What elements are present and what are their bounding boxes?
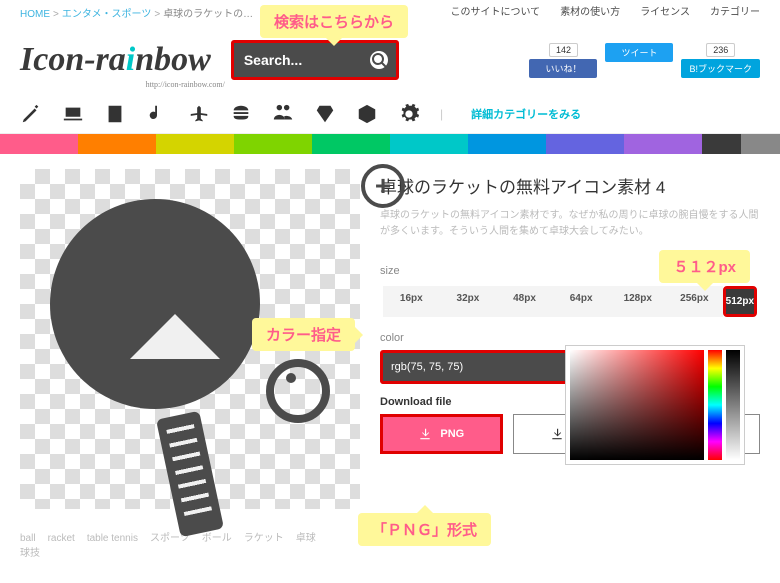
size-128[interactable]: 128px [609,286,666,317]
color-input[interactable] [380,350,578,384]
download-icon [418,427,432,441]
top-nav: このサイトについて 素材の使い方 ライセンス カテゴリー [430,3,760,18]
callout-color: カラー指定 [252,318,355,351]
bk-count: 236 [706,43,735,57]
color-strip [0,134,780,154]
airplane-icon[interactable] [188,103,210,125]
download-icon [550,427,564,441]
size-32[interactable]: 32px [440,286,497,317]
music-icon[interactable] [146,103,168,125]
nav-usage[interactable]: 素材の使い方 [560,7,620,18]
ball-icon [266,359,330,423]
bc-home[interactable]: HOME [20,9,50,20]
logo-url: http://icon-rainbow.com/ [146,80,225,89]
size-48[interactable]: 48px [496,286,553,317]
add-button[interactable]: + [361,164,405,208]
color-label: color [380,332,760,344]
category-detail-link[interactable]: 詳細カテゴリーをみる [471,106,581,122]
diamond-icon[interactable] [314,103,336,125]
icon-title: 卓球のラケットの無料アイコン素材 4 [380,173,760,198]
tag[interactable]: 球技 [20,548,40,559]
gear-icon[interactable] [398,103,420,125]
bookmark-button[interactable]: B!ブックマーク [681,59,760,78]
site-logo[interactable]: Icon-rainbowhttp://icon-rainbow.com/ [20,41,211,79]
size-16[interactable]: 16px [383,286,440,317]
fb-count: 142 [549,43,578,57]
tag[interactable]: 卓球 [296,533,316,544]
pencil-icon[interactable] [20,103,42,125]
bc-cat[interactable]: エンタメ・スポーツ [62,9,152,20]
tag[interactable]: ボール [202,533,232,544]
download-png-button[interactable]: PNG [380,414,503,454]
fb-like-button[interactable]: いいね！ [529,59,597,78]
burger-icon[interactable] [230,103,252,125]
nav-about[interactable]: このサイトについて [450,7,540,18]
search-icon[interactable] [370,51,388,69]
color-picker[interactable] [565,345,745,465]
icon-description: 卓球のラケットの無料アイコン素材です。なぜか私の周りに卓球の腕自慢をする人間が多… [380,208,760,240]
people-icon[interactable] [272,103,294,125]
size-256[interactable]: 256px [666,286,723,317]
search-input[interactable] [242,51,366,69]
category-icon-bar: | 詳細カテゴリーをみる [0,95,780,134]
tag[interactable]: ラケット [244,533,284,544]
paddle-icon [50,199,260,409]
callout-search: 検索はこちらから [260,5,408,38]
picker-alpha[interactable] [726,350,740,460]
callout-png: 「ＰＮＧ」形式 [358,513,491,546]
size-512[interactable]: 512px [726,289,754,314]
size-64[interactable]: 64px [553,286,610,317]
bc-item: 卓球のラケットの… [163,9,253,20]
callout-size: ５１２px [659,250,750,283]
picker-hue[interactable] [708,350,722,460]
picker-saturation[interactable] [570,350,704,460]
laptop-icon[interactable] [62,103,84,125]
nav-category[interactable]: カテゴリー [710,7,760,18]
tag[interactable]: racket [48,533,75,544]
nav-license[interactable]: ライセンス [640,7,690,18]
tweet-button[interactable]: ツイート [605,43,673,62]
tag-icon[interactable] [356,103,378,125]
tag[interactable]: ball [20,533,36,544]
search-box[interactable] [231,40,399,80]
document-icon[interactable] [104,103,126,125]
tag[interactable]: table tennis [87,533,138,544]
